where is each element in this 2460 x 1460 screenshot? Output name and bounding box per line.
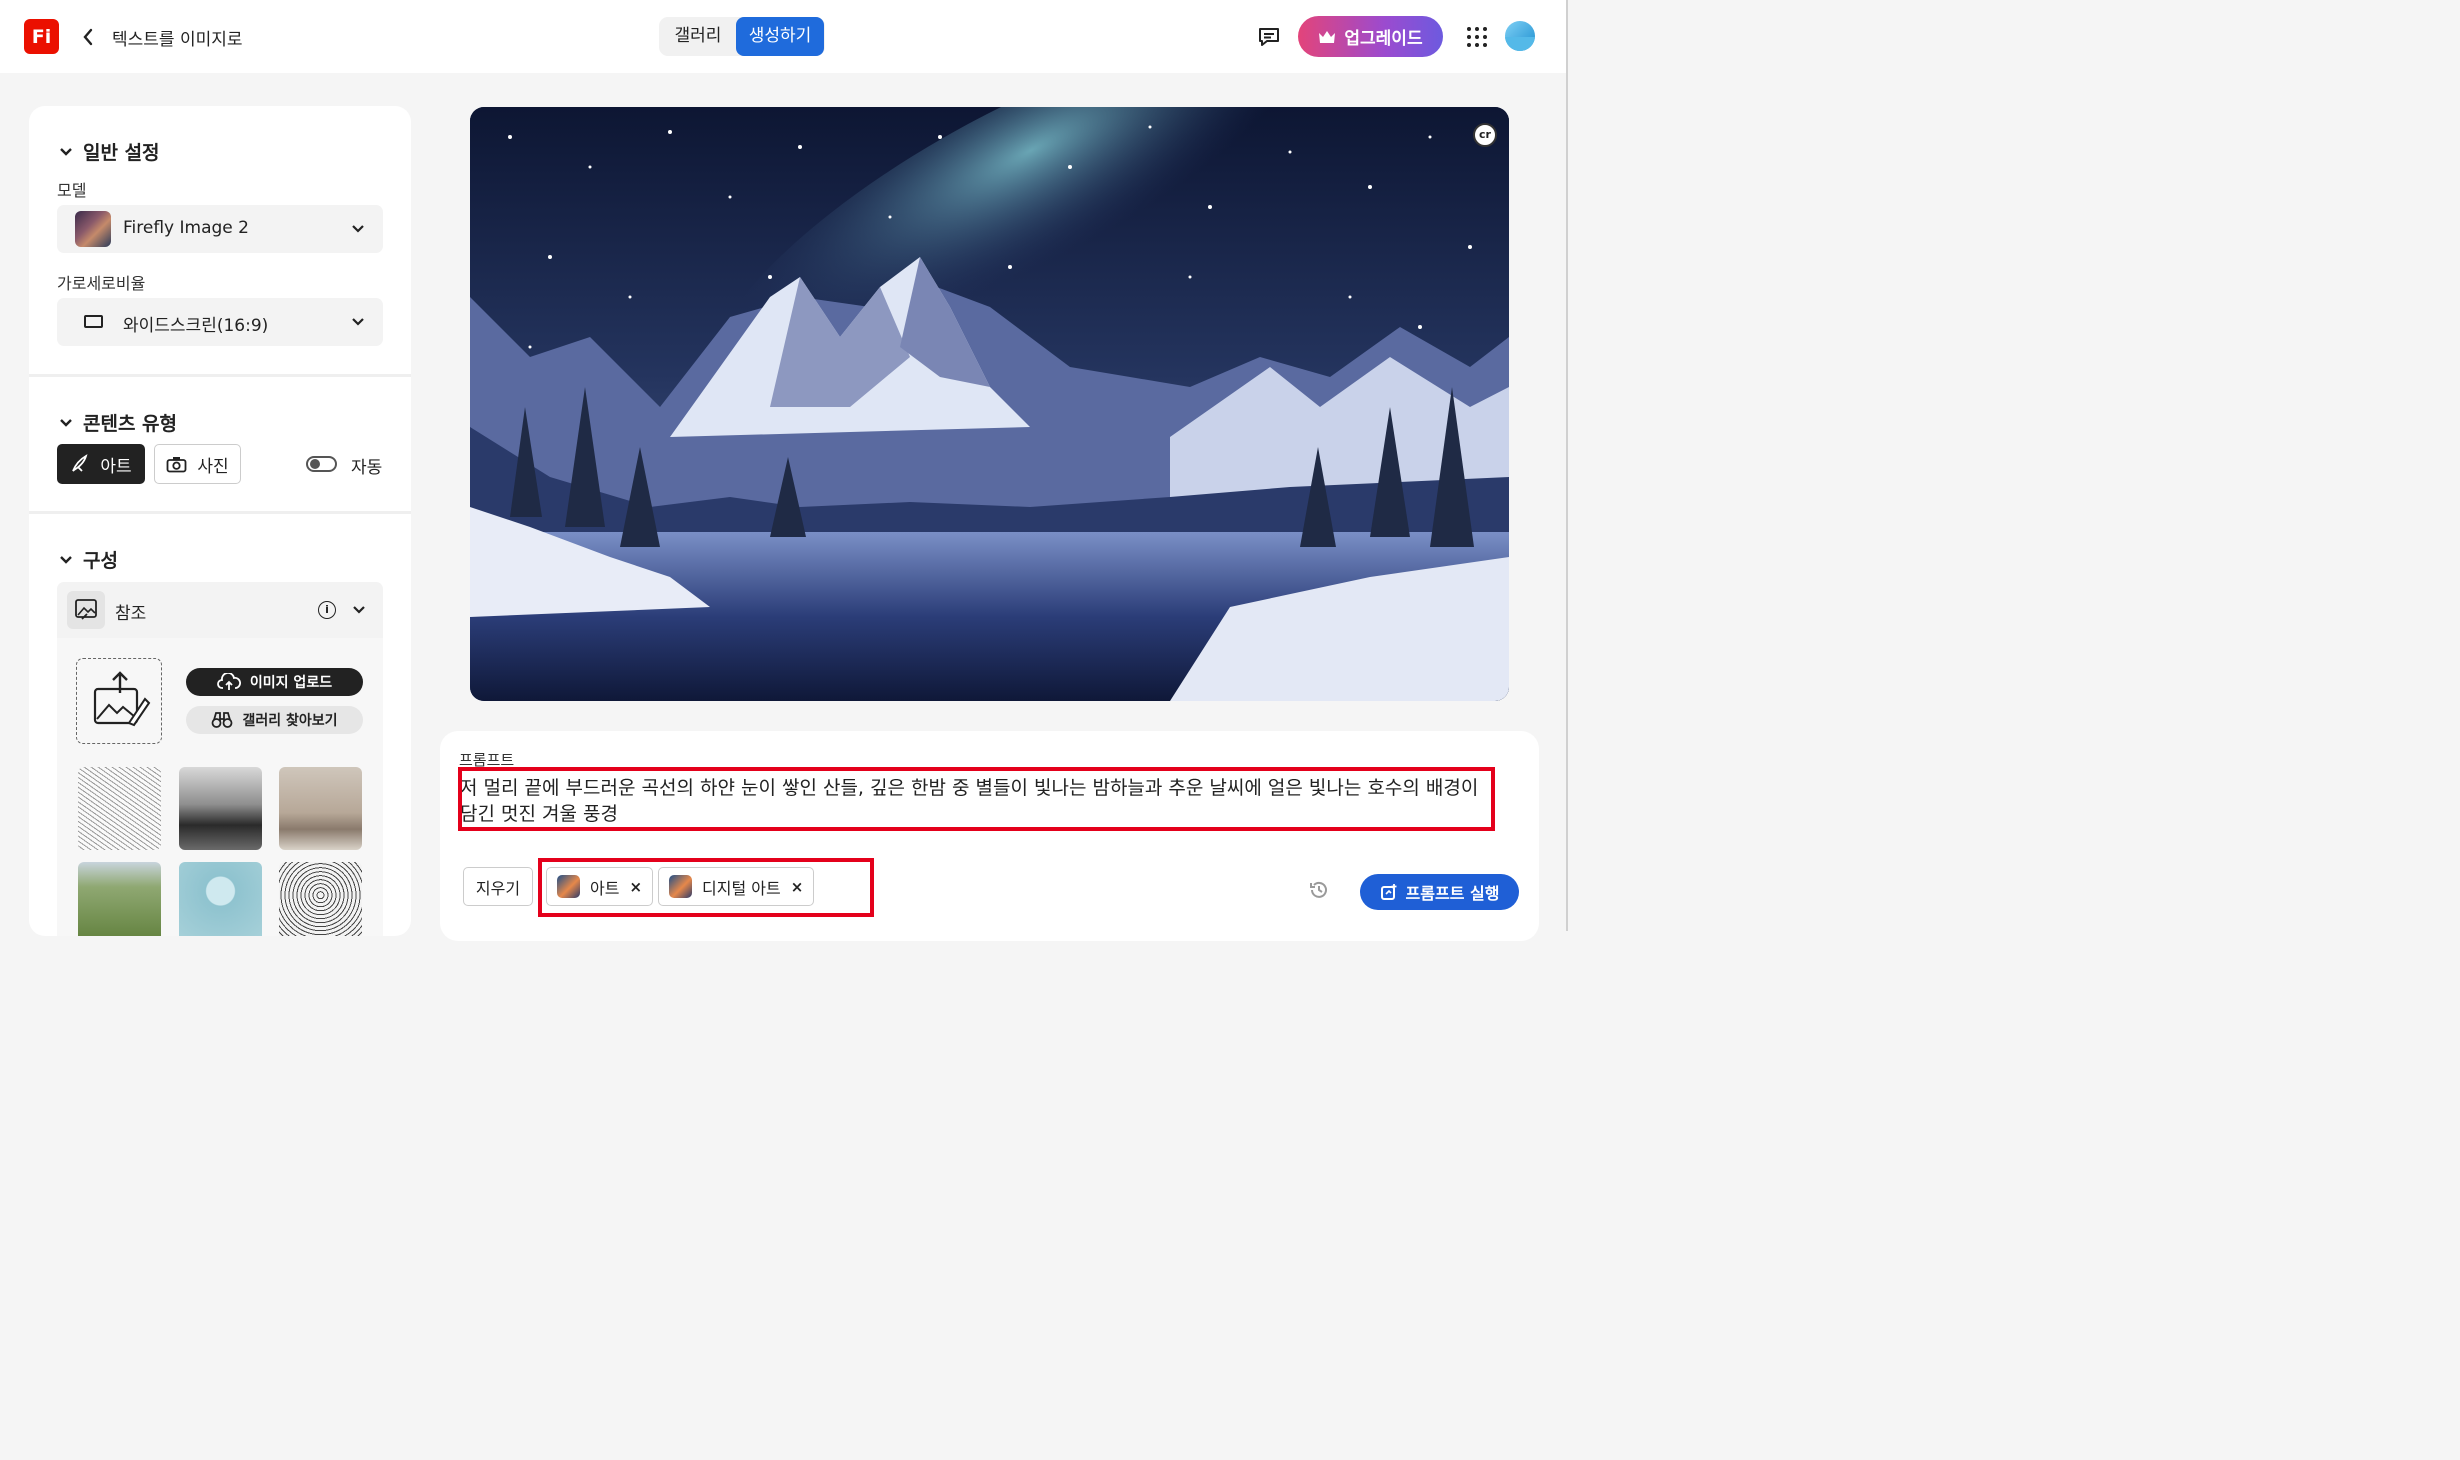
reference-label: 참조 <box>115 604 147 624</box>
upgrade-button[interactable]: 업그레이드 <box>1298 16 1443 57</box>
widescreen-icon <box>84 315 103 328</box>
chevron-down-icon <box>60 418 72 427</box>
section-content-type-header[interactable]: 콘텐츠 유형 <box>59 409 177 436</box>
upload-dropzone[interactable] <box>76 658 162 744</box>
section-general-header[interactable]: 일반 설정 <box>59 138 160 165</box>
reference-thumb-sphere[interactable] <box>179 862 262 936</box>
top-bar: Fi 텍스트를 이미지로 갤러리 생성하기 업그레이드 <box>0 0 1568 73</box>
generate-icon <box>1380 884 1397 900</box>
model-dropdown[interactable]: Firefly Image 2 <box>57 205 383 253</box>
firefly-logo[interactable]: Fi <box>24 19 59 54</box>
ratio-label: 가로세로비율 <box>57 274 146 293</box>
chevron-down-icon <box>352 318 364 326</box>
browse-gallery-label: 갤러리 찾아보기 <box>242 713 338 729</box>
auto-toggle[interactable] <box>306 456 337 472</box>
brush-icon <box>72 454 88 472</box>
ratio-value: 와이드스크린(16:9) <box>123 316 269 336</box>
section-content-type-title: 콘텐츠 유형 <box>83 413 178 435</box>
content-type-photo-label: 사진 <box>197 456 229 477</box>
camera-icon <box>166 456 187 472</box>
upload-image-button[interactable]: 이미지 업로드 <box>186 668 363 696</box>
tab-generate[interactable]: 생성하기 <box>736 17 824 56</box>
crown-icon <box>1319 30 1336 43</box>
reference-thumb-road[interactable] <box>78 862 161 936</box>
ratio-dropdown[interactable]: 와이드스크린(16:9) <box>57 298 383 346</box>
section-general-title: 일반 설정 <box>83 142 160 164</box>
model-thumbnail <box>75 211 111 247</box>
settings-panel: 일반 설정 모델 Firefly Image 2 가로세로비율 와이드스크린(1… <box>29 106 411 936</box>
image-upload-icon <box>93 671 151 727</box>
history-icon[interactable] <box>1308 879 1330 901</box>
chevron-down-icon <box>60 555 72 564</box>
reference-body: 이미지 업로드 갤러리 찾아보기 <box>57 638 383 936</box>
clear-button[interactable]: 지우기 <box>463 867 533 906</box>
content-type-art-button[interactable]: 아트 <box>57 444 145 484</box>
section-composition-title: 구성 <box>83 550 118 572</box>
cloud-upload-icon <box>217 673 241 690</box>
section-divider <box>29 511 411 514</box>
content-credentials-badge[interactable]: cr <box>1473 123 1497 147</box>
apps-grid-icon[interactable] <box>1467 27 1487 47</box>
info-icon[interactable]: i <box>318 601 336 619</box>
mode-switcher: 갤러리 생성하기 <box>659 17 825 56</box>
prompt-highlight-box <box>458 767 1495 831</box>
winter-landscape-image <box>470 107 1509 701</box>
chevron-down-icon[interactable] <box>352 605 366 615</box>
run-prompt-label: 프롬프트 실행 <box>1405 884 1500 903</box>
model-label: 모델 <box>57 181 87 200</box>
run-prompt-button[interactable]: 프롬프트 실행 <box>1360 874 1519 910</box>
feedback-icon[interactable] <box>1257 26 1281 48</box>
model-value: Firefly Image 2 <box>123 218 249 238</box>
page-title: 텍스트를 이미지로 <box>112 30 243 50</box>
upload-image-label: 이미지 업로드 <box>249 675 333 691</box>
reference-thumb-room[interactable] <box>279 767 362 850</box>
binoculars-icon <box>212 712 233 728</box>
reference-thumb-bird[interactable] <box>78 767 161 850</box>
back-arrow-icon[interactable] <box>80 26 96 48</box>
browse-gallery-button[interactable]: 갤러리 찾아보기 <box>186 706 363 734</box>
chevron-down-icon <box>352 225 364 233</box>
chevron-down-icon <box>60 147 72 156</box>
generated-image[interactable]: cr <box>470 107 1509 701</box>
section-composition-header[interactable]: 구성 <box>59 546 118 573</box>
user-avatar[interactable] <box>1505 21 1535 51</box>
reference-image-icon <box>67 591 105 629</box>
reference-thumb-owl[interactable] <box>279 862 362 936</box>
reference-header[interactable]: 참조 i <box>57 582 383 638</box>
upgrade-label: 업그레이드 <box>1344 29 1423 49</box>
reference-thumb-landscape[interactable] <box>179 767 262 850</box>
tab-gallery[interactable]: 갤러리 <box>661 17 735 56</box>
chips-highlight-box <box>538 858 874 917</box>
section-divider <box>29 374 411 377</box>
content-type-art-label: 아트 <box>100 456 132 477</box>
content-type-photo-button[interactable]: 사진 <box>154 444 241 484</box>
auto-toggle-label: 자동 <box>351 458 383 478</box>
page-scrollbar[interactable] <box>1566 0 1568 931</box>
